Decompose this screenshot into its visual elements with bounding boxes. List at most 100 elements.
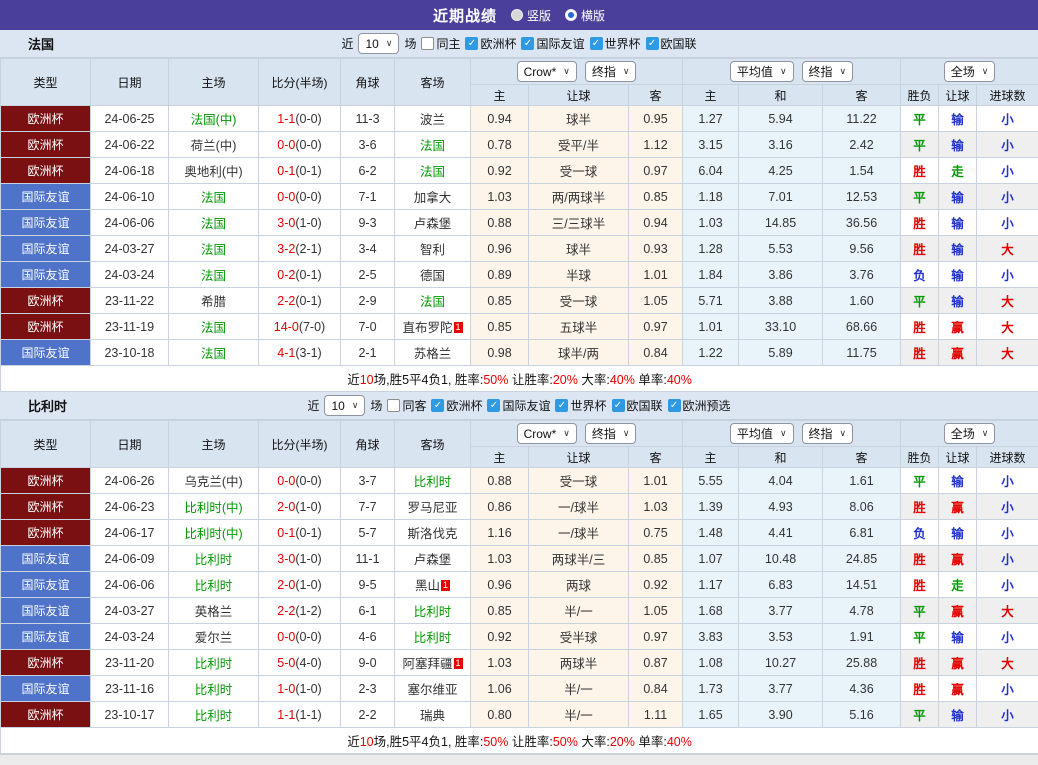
same-side-checkbox[interactable]	[387, 399, 400, 412]
away-team: 塞尔维亚	[395, 676, 471, 702]
result-text: 胜	[913, 501, 926, 515]
avg-final-index-select[interactable]: 终指∨	[802, 423, 854, 444]
league-checkbox[interactable]: ✓	[487, 399, 500, 412]
bookmaker-select[interactable]: Crow*∨	[517, 61, 577, 82]
league-filter[interactable]: ✓欧洲杯	[465, 35, 516, 52]
league-badge: 国际友谊	[1, 572, 91, 598]
match-date: 24-06-25	[91, 106, 169, 132]
sub-col-header: 客	[823, 447, 901, 468]
league-filter[interactable]: ✓世界杯	[590, 35, 641, 52]
result-text: 平	[913, 631, 926, 645]
games-count-select-value: 10	[331, 399, 344, 413]
bookmaker-select[interactable]: Crow*∨	[517, 423, 577, 444]
halftime-score: (0-0)	[295, 138, 321, 152]
handicap-line: 三/三球半	[529, 210, 629, 236]
avg-draw: 14.85	[739, 210, 823, 236]
same-side-label: 同客	[402, 397, 426, 414]
avg-draw: 3.77	[739, 598, 823, 624]
result-text: 走	[951, 165, 964, 179]
match-row: 欧洲杯24-06-17比利时(中)0-1(0-1)5-7斯洛伐克1.16一/球半…	[1, 520, 1038, 546]
average-group-header: 平均值∨ 终指∨	[683, 421, 901, 447]
match-date: 23-11-22	[91, 288, 169, 314]
corner-count: 2-3	[341, 676, 395, 702]
odds-final-index-select[interactable]: 终指∨	[585, 423, 637, 444]
average-select-value: 平均值	[737, 425, 773, 442]
match-row: 欧洲杯24-06-25法国(中)1-1(0-0)11-3波兰0.94球半0.95…	[1, 106, 1038, 132]
league-filter[interactable]: ✓欧国联	[612, 397, 663, 414]
odds-away: 0.75	[629, 520, 683, 546]
summary-part: 单率:	[635, 735, 667, 749]
odds-final-index-select-value: 终指	[592, 63, 616, 80]
league-checkbox[interactable]: ✓	[555, 399, 568, 412]
avg-home: 1.08	[683, 650, 739, 676]
radio-unselected-icon[interactable]	[511, 9, 523, 21]
match-row: 国际友谊24-03-27英格兰2-2(1-2)6-1比利时0.85半/一1.05…	[1, 598, 1038, 624]
odds-final-index-select[interactable]: 终指∨	[585, 61, 637, 82]
corner-count: 6-2	[341, 158, 395, 184]
odds-home: 0.78	[471, 132, 529, 158]
match-row: 国际友谊23-10-18法国4-1(3-1)2-1苏格兰0.98球半/两0.84…	[1, 340, 1038, 366]
result-goals: 小	[977, 520, 1038, 546]
corner-count: 9-5	[341, 572, 395, 598]
result-text: 赢	[951, 553, 964, 567]
games-count-select[interactable]: 10∨	[358, 33, 399, 54]
league-checkbox[interactable]: ✓	[646, 37, 659, 50]
summary-part: 让胜率:	[508, 735, 552, 749]
layout-radio-vertical[interactable]: 竖版	[511, 7, 551, 24]
result-text: 走	[951, 579, 964, 593]
league-checkbox[interactable]: ✓	[590, 37, 603, 50]
same-side-filter[interactable]: 同客	[387, 397, 426, 414]
full-match-select[interactable]: 全场∨	[944, 61, 996, 82]
result-text: 胜	[913, 347, 926, 361]
match-date: 23-10-17	[91, 702, 169, 728]
match-date: 24-03-24	[91, 624, 169, 650]
result-wdl: 平	[901, 624, 939, 650]
summary-row: 近10场,胜5平4负1, 胜率:50% 让胜率:50% 大率:20% 单率:40…	[1, 728, 1038, 754]
summary-part: 让胜率:	[508, 373, 552, 387]
league-filter[interactable]: ✓国际友谊	[521, 35, 584, 52]
match-score: 2-0(1-0)	[259, 572, 341, 598]
odds-home: 1.16	[471, 520, 529, 546]
average-select-value: 平均值	[737, 63, 773, 80]
full-match-select[interactable]: 全场∨	[944, 423, 996, 444]
average-select[interactable]: 平均值∨	[730, 61, 794, 82]
summary-part: 场,胜5平4负1, 胜率:	[374, 373, 484, 387]
layout-radio-horizontal[interactable]: 横版	[565, 7, 605, 24]
odds-away: 0.97	[629, 624, 683, 650]
home-team: 法国(中)	[169, 106, 259, 132]
same-side-checkbox[interactable]	[421, 37, 434, 50]
result-text: 小	[1001, 165, 1014, 179]
games-count-select[interactable]: 10∨	[324, 395, 365, 416]
league-filter[interactable]: ✓国际友谊	[487, 397, 550, 414]
league-filter[interactable]: ✓欧洲预选	[668, 397, 731, 414]
league-checkbox[interactable]: ✓	[465, 37, 478, 50]
result-wdl: 胜	[901, 340, 939, 366]
result-goals: 小	[977, 494, 1038, 520]
league-filter[interactable]: ✓欧洲杯	[431, 397, 482, 414]
result-wdl: 胜	[901, 210, 939, 236]
result-text: 输	[951, 243, 964, 257]
handicap-line: 受一球	[529, 468, 629, 494]
match-date: 24-06-06	[91, 572, 169, 598]
radio-selected-icon[interactable]	[565, 9, 577, 21]
avg-draw: 3.88	[739, 288, 823, 314]
avg-final-index-select[interactable]: 终指∨	[802, 61, 854, 82]
league-checkbox[interactable]: ✓	[431, 399, 444, 412]
header-row-groups: 类型日期主场比分(半场)角球客场Crow*∨终指∨平均值∨终指∨全场∨	[1, 421, 1038, 447]
summary-part: 近	[347, 735, 360, 749]
league-filter-label: 欧国联	[661, 35, 697, 52]
same-side-filter[interactable]: 同主	[421, 35, 460, 52]
home-team-name: 比利时	[195, 683, 233, 697]
average-select[interactable]: 平均值∨	[730, 423, 794, 444]
match-date: 24-06-06	[91, 210, 169, 236]
league-checkbox[interactable]: ✓	[612, 399, 625, 412]
league-filter[interactable]: ✓世界杯	[555, 397, 606, 414]
home-team: 荷兰(中)	[169, 132, 259, 158]
result-text: 赢	[951, 347, 964, 361]
match-score: 5-0(4-0)	[259, 650, 341, 676]
away-team: 比利时	[395, 624, 471, 650]
league-filter[interactable]: ✓欧国联	[646, 35, 697, 52]
league-checkbox[interactable]: ✓	[668, 399, 681, 412]
league-checkbox[interactable]: ✓	[521, 37, 534, 50]
halftime-score: (0-0)	[295, 190, 321, 204]
